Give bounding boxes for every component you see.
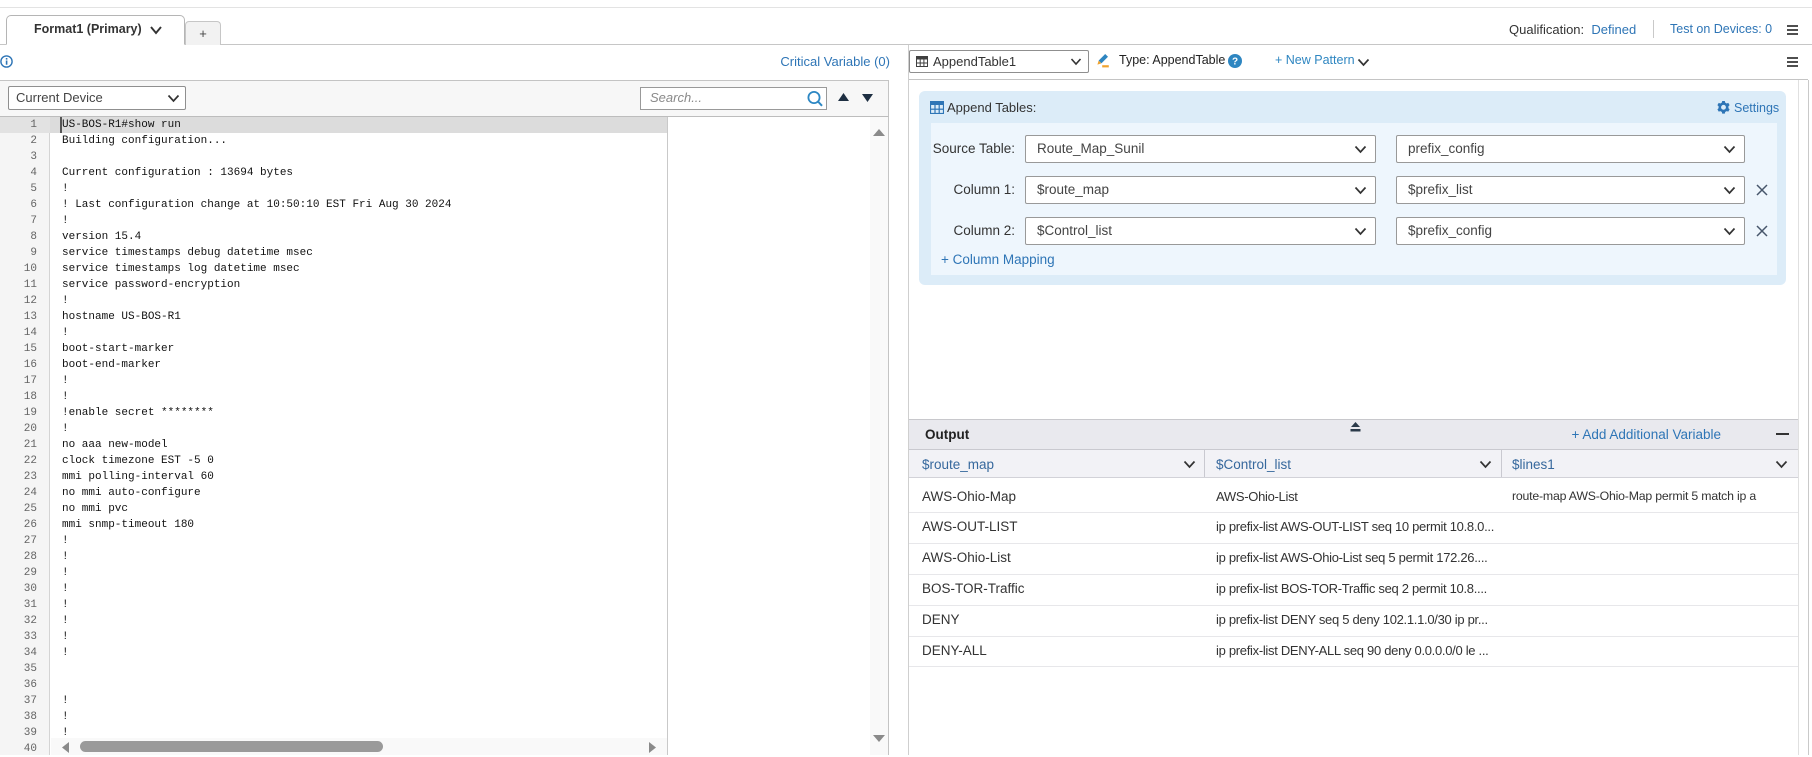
svg-text:?: ?: [1232, 57, 1238, 68]
